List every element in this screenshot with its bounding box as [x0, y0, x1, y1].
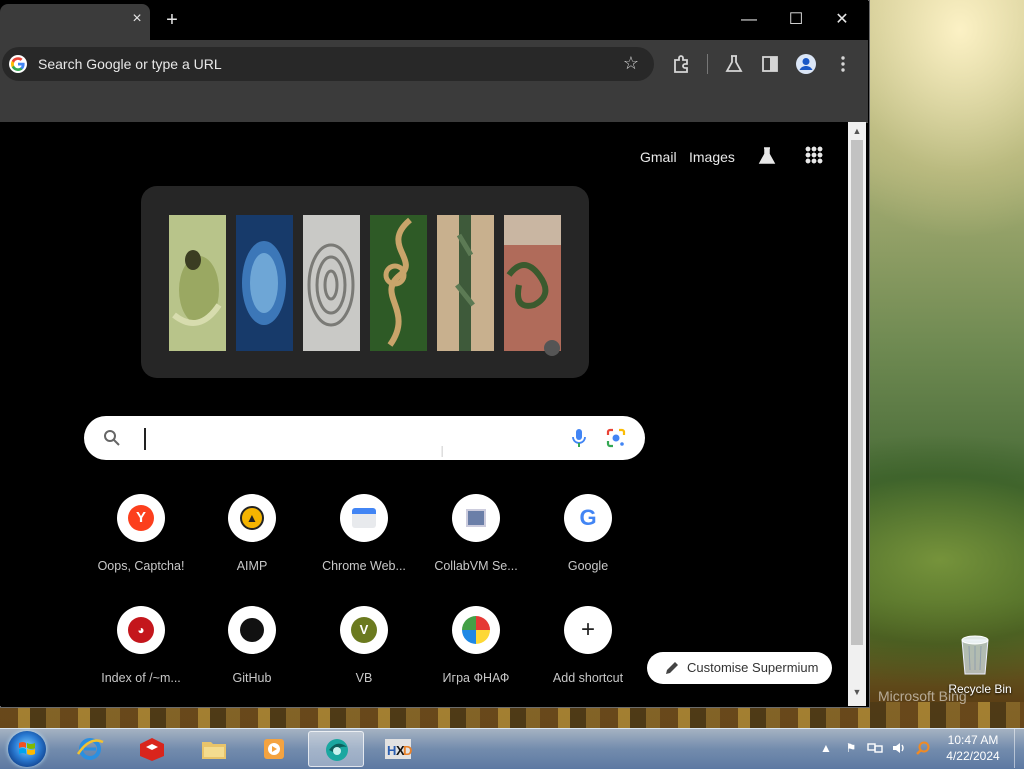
labs-icon[interactable]: [722, 52, 746, 76]
start-button[interactable]: [8, 731, 46, 767]
taskbar-windows-explorer[interactable]: [186, 731, 242, 767]
svg-text:D: D: [403, 743, 412, 758]
search-tray-icon[interactable]: [915, 740, 931, 756]
taskbar-clock[interactable]: 10:47 AM 4/22/2024: [938, 732, 1008, 764]
shortcut-google[interactable]: G Google: [532, 494, 644, 594]
text-cursor: I: [440, 444, 445, 461]
search-input-caret[interactable]: [144, 428, 146, 450]
maximize-button[interactable]: ☐: [773, 4, 819, 36]
red-cube-app-icon: [140, 738, 164, 761]
vb-icon: V: [340, 606, 388, 654]
google-icon: G: [564, 494, 612, 542]
shortcut-label: Add shortcut: [552, 671, 624, 685]
action-center-flag-icon[interactable]: ⚑: [843, 740, 859, 756]
windows-logo-icon: [19, 742, 35, 755]
tray-overflow-arrow[interactable]: ▲: [818, 740, 834, 756]
yandex-icon: Y: [117, 494, 165, 542]
volume-icon[interactable]: [891, 740, 907, 756]
doodle-share-icon[interactable]: [544, 340, 560, 356]
recycle-bin-shortcut[interactable]: Recycle Bin: [940, 630, 1020, 700]
add-shortcut-button[interactable]: + Add shortcut: [532, 606, 644, 706]
menu-icon[interactable]: [831, 52, 855, 76]
shortcut-aimp[interactable]: ▲ AIMP: [196, 494, 308, 594]
media-player-icon: [264, 739, 284, 759]
aimp-icon: ▲: [228, 494, 276, 542]
hxd-icon: H XD: [385, 739, 412, 759]
google-apps-icon[interactable]: [805, 146, 823, 164]
recycle-bin-label: Recycle Bin: [948, 682, 1012, 696]
shortcut-label: AIMP: [236, 559, 268, 573]
plus-icon: +: [564, 606, 612, 654]
bookmark-star-icon[interactable]: ☆: [620, 52, 642, 74]
doodle-tile-o1: [236, 215, 293, 351]
search-icon: [104, 430, 120, 446]
pencil-icon: [666, 662, 678, 674]
customise-label: Customise Supermium: [687, 660, 819, 675]
taskbar-internet-explorer[interactable]: [62, 731, 118, 767]
doodle-tile-g: [169, 215, 226, 351]
side-panel-icon[interactable]: [758, 52, 782, 76]
supermium-icon: [326, 739, 348, 761]
new-tab-button[interactable]: +: [160, 8, 184, 32]
doodle-tile-l: [437, 215, 494, 351]
folder-icon: [202, 742, 226, 759]
show-desktop-button[interactable]: [1014, 729, 1024, 768]
google-lens-icon[interactable]: [606, 428, 626, 448]
shortcut-fnaf-game[interactable]: Игра ФНАФ: [420, 606, 532, 706]
bookmark-bar: [0, 88, 868, 123]
fnaf-icon: [452, 606, 500, 654]
taskbar-hxd[interactable]: HXD: [370, 731, 426, 767]
taskbar-supermium-browser[interactable]: [308, 731, 364, 767]
shortcut-label: Игра ФНАФ: [442, 671, 510, 685]
close-window-button[interactable]: ✕: [819, 4, 865, 36]
toolbar-separator: [707, 54, 708, 74]
freebsd-icon: ◕: [117, 606, 165, 654]
shortcut-label: GitHub: [232, 671, 272, 685]
scroll-down-arrow[interactable]: ▼: [848, 684, 866, 700]
shortcut-label: Oops, Captcha!: [97, 559, 185, 573]
ntp-search-box[interactable]: [84, 416, 645, 460]
tab-close-icon[interactable]: ×: [128, 10, 146, 28]
shortcut-label: Google: [567, 559, 609, 573]
address-bar-placeholder[interactable]: Search Google or type a URL: [38, 55, 222, 73]
taskbar-media-player[interactable]: [246, 731, 302, 767]
shortcut-vb[interactable]: V VB: [308, 606, 420, 706]
shortcut-label: VB: [355, 671, 373, 685]
shortcut-oops-captcha[interactable]: Y Oops, Captcha!: [85, 494, 197, 594]
doodle-tile-e: [504, 215, 561, 351]
doodle-tile-g2: [370, 215, 427, 351]
scrollbar-thumb[interactable]: [851, 140, 863, 645]
taskbar-app-red[interactable]: [124, 731, 180, 767]
clock-date: 4/22/2024: [946, 749, 1000, 763]
github-icon: [228, 606, 276, 654]
clock-time: 10:47 AM: [947, 733, 999, 747]
chrome-web-store-icon: [340, 494, 388, 542]
shortcut-index-of[interactable]: ◕ Index of /~m...: [85, 606, 197, 706]
network-icon[interactable]: [867, 740, 883, 756]
scroll-up-arrow[interactable]: ▲: [848, 123, 866, 139]
extensions-icon[interactable]: [670, 52, 694, 76]
internet-explorer-icon: [76, 738, 104, 760]
gmail-link[interactable]: Gmail: [640, 147, 677, 167]
shortcut-chrome-web-store[interactable]: Chrome Web...: [308, 494, 420, 594]
shortcut-label: CollabVM Se...: [434, 559, 518, 573]
profile-icon[interactable]: [794, 52, 818, 76]
images-link[interactable]: Images: [689, 147, 735, 167]
search-labs-icon[interactable]: [756, 145, 778, 167]
google-g-icon: [9, 55, 27, 73]
doodle-tile-o2: [303, 215, 360, 351]
shortcut-label: Chrome Web...: [322, 559, 406, 573]
microphone-icon[interactable]: [570, 428, 588, 448]
recycle-bin-icon: [961, 635, 989, 675]
shortcut-label: Index of /~m...: [101, 671, 181, 685]
svg-text:H: H: [387, 743, 396, 758]
customise-button[interactable]: Customise Supermium: [647, 652, 832, 684]
collabvm-icon: [452, 494, 500, 542]
shortcut-github[interactable]: GitHub: [196, 606, 308, 706]
shortcut-collabvm[interactable]: CollabVM Se...: [420, 494, 532, 594]
minimize-button[interactable]: —: [726, 4, 772, 36]
